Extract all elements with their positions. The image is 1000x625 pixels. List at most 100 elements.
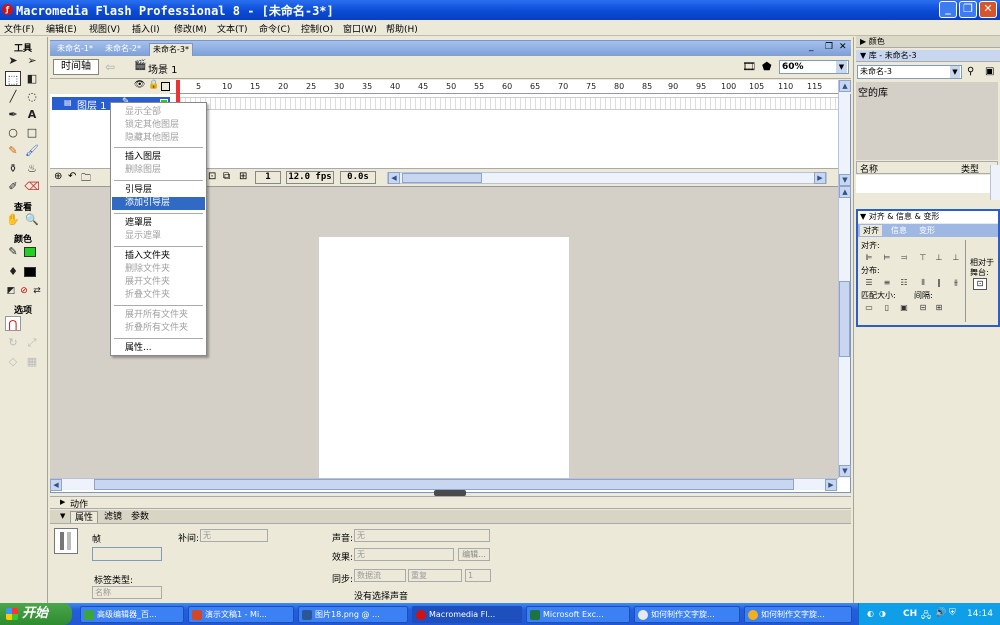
doc-restore-icon[interactable]: ❐ xyxy=(825,42,833,52)
align-vcenter-icon[interactable]: ⊥ xyxy=(934,253,944,262)
menu-item-properties[interactable]: 属性... xyxy=(112,342,205,355)
eyedropper-tool-icon[interactable]: ✐ xyxy=(5,179,21,194)
menu-control[interactable]: 控制(O) xyxy=(301,22,333,35)
tab-parameters[interactable]: 参数 xyxy=(127,511,153,523)
add-motion-guide-icon[interactable]: ↶ xyxy=(68,171,76,182)
chevron-down-icon[interactable]: ▼ xyxy=(950,66,960,78)
subselect-tool-icon[interactable]: ➢ xyxy=(24,53,40,68)
doc-close-icon[interactable]: ✕ xyxy=(839,42,847,52)
tray-icon[interactable]: ◑ xyxy=(879,609,886,618)
eye-icon[interactable]: 👁 xyxy=(134,80,145,90)
chevron-down-icon[interactable]: ▼ xyxy=(60,512,65,520)
pen-tool-icon[interactable]: ✒ xyxy=(5,107,21,122)
match-both-icon[interactable]: ▣ xyxy=(899,303,909,312)
insert-layer-icon[interactable]: ⊕ xyxy=(54,171,62,182)
space-horizontal-icon[interactable]: ⊞ xyxy=(934,303,944,312)
chevron-down-icon[interactable]: ▼ xyxy=(839,174,851,186)
hand-tool-icon[interactable]: ✋ xyxy=(5,212,21,227)
frame-rate[interactable]: 12.0 fps xyxy=(286,171,334,184)
pin-icon[interactable]: ⚲ xyxy=(967,66,974,77)
edit-markers-icon[interactable]: ⊞ xyxy=(239,171,247,182)
chevron-down-icon[interactable]: ▼ xyxy=(836,61,847,73)
tab-filters[interactable]: 滤镜 xyxy=(100,511,126,523)
stage-hscroll[interactable]: ◀ ▶ xyxy=(50,478,838,491)
pencil-tool-icon[interactable]: ✎ xyxy=(5,143,21,158)
text-tool-icon[interactable]: A xyxy=(24,107,40,122)
chevron-right-icon[interactable]: ▶ xyxy=(814,172,826,184)
repeat-count[interactable]: 1 xyxy=(465,569,491,582)
ink-bottle-tool-icon[interactable]: ⚱ xyxy=(5,161,21,176)
distribute-vcenter-icon[interactable]: ≡ xyxy=(882,278,892,287)
language-indicator[interactable]: CH xyxy=(903,609,917,619)
oval-tool-icon[interactable]: ○ xyxy=(5,125,21,140)
menu-edit[interactable]: 编辑(E) xyxy=(46,22,77,35)
align-panel-header[interactable]: ▼ 对齐 & 信息 & 变形 xyxy=(858,211,998,223)
clock[interactable]: 14:14 xyxy=(967,609,993,619)
match-width-icon[interactable]: ▭ xyxy=(864,303,874,312)
sync-select[interactable]: 数据流 xyxy=(354,569,406,582)
align-hcenter-icon[interactable]: ⊨ xyxy=(882,253,892,262)
onion-skin-icon[interactable]: ⧉ xyxy=(223,171,230,182)
menu-help[interactable]: 帮助(H) xyxy=(386,22,418,35)
shield-icon[interactable]: ⛨ xyxy=(949,608,956,618)
edit-scene-icon[interactable]: 🎞 xyxy=(742,60,756,73)
task-item[interactable]: 如何制作文字旋... xyxy=(634,606,740,623)
tab-properties[interactable]: 属性 xyxy=(70,511,99,523)
task-item[interactable]: 如何制作文字旋... xyxy=(744,606,852,623)
zoom-tool-icon[interactable]: 🔍 xyxy=(24,212,40,227)
match-height-icon[interactable]: ▯ xyxy=(882,303,892,312)
minimize-button[interactable]: _ xyxy=(939,1,957,18)
brush-tool-icon[interactable]: 🖌 xyxy=(24,143,40,158)
col-name[interactable]: 名称 xyxy=(860,162,878,175)
label-type-select[interactable]: 名称 xyxy=(92,586,162,599)
timeline-toggle-button[interactable]: 时间轴 xyxy=(53,59,99,75)
back-arrow-icon[interactable]: ⇦ xyxy=(105,60,115,74)
actions-panel-header[interactable]: ▶ 动作 xyxy=(50,496,851,510)
repeat-select[interactable]: 重复 xyxy=(408,569,462,582)
swap-colors-icon[interactable]: ⇄ xyxy=(29,284,45,299)
close-button[interactable]: ✕ xyxy=(979,1,997,18)
menu-text[interactable]: 文本(T) xyxy=(217,22,248,35)
edit-sound-button[interactable]: 编辑... xyxy=(458,548,490,561)
fill-color-icon[interactable]: ♦ xyxy=(5,264,21,279)
timeline-hscroll[interactable]: ◀ ▶ xyxy=(387,172,827,184)
align-top-icon[interactable]: ⊤ xyxy=(918,253,928,262)
chevron-right-icon[interactable]: ▶ xyxy=(825,479,837,491)
doc-minimize-icon[interactable]: _ xyxy=(809,42,814,52)
menu-item-mask[interactable]: 遮罩层 xyxy=(112,217,205,230)
line-tool-icon[interactable]: ╱ xyxy=(5,89,21,104)
menu-commands[interactable]: 命令(C) xyxy=(259,22,290,35)
free-transform-tool-icon[interactable]: ⬚ xyxy=(5,71,21,86)
frame-row[interactable] xyxy=(176,97,838,110)
chevron-up-icon[interactable]: ▲ xyxy=(839,186,851,198)
menu-modify[interactable]: 修改(M) xyxy=(174,22,207,35)
fill-transform-tool-icon[interactable]: ◧ xyxy=(24,71,40,86)
stroke-color-icon[interactable]: ✎ xyxy=(5,244,21,259)
col-type[interactable]: 类型 xyxy=(961,162,979,175)
menu-item-insert-folder[interactable]: 插入文件夹 xyxy=(112,250,205,263)
to-stage-toggle-icon[interactable]: ⊡ xyxy=(973,278,987,290)
tab-info[interactable]: 信息 xyxy=(888,225,910,236)
tray-icon[interactable]: ◐ xyxy=(867,609,874,618)
chevron-left-icon[interactable]: ◀ xyxy=(50,479,62,491)
fill-color-swatch[interactable] xyxy=(24,267,36,277)
volume-icon[interactable]: 🔊 xyxy=(935,608,946,618)
distribute-right-icon[interactable]: ⫵ xyxy=(951,278,961,287)
scroll-thumb[interactable] xyxy=(402,173,482,183)
snap-magnet-icon[interactable]: ⋂ xyxy=(5,316,21,331)
center-frame-icon[interactable]: ⊡ xyxy=(208,171,216,182)
tab-doc-3[interactable]: 未命名-3* xyxy=(149,43,193,56)
menu-item-add-motion-guide[interactable]: 添加引导层 xyxy=(112,197,205,210)
menu-item-insert-layer[interactable]: 插入图层 xyxy=(112,151,205,164)
color-panel-header[interactable]: ▶ 颜色 xyxy=(856,36,1000,48)
distribute-left-icon[interactable]: ⫴ xyxy=(918,278,928,287)
library-vscroll[interactable] xyxy=(990,165,1000,200)
distribute-bottom-icon[interactable]: ☷ xyxy=(899,278,909,287)
frame-name-input[interactable] xyxy=(92,547,162,561)
library-doc-select[interactable]: 未命名-3 ▼ xyxy=(857,65,962,79)
lasso-tool-icon[interactable]: ◌ xyxy=(24,89,40,104)
edit-symbols-icon[interactable]: ⬟ xyxy=(762,60,772,73)
task-item[interactable]: 图片18.png @ ... xyxy=(298,606,408,623)
align-bottom-icon[interactable]: ⊥ xyxy=(951,253,961,262)
tab-doc-1[interactable]: 未命名-1* xyxy=(54,43,96,56)
